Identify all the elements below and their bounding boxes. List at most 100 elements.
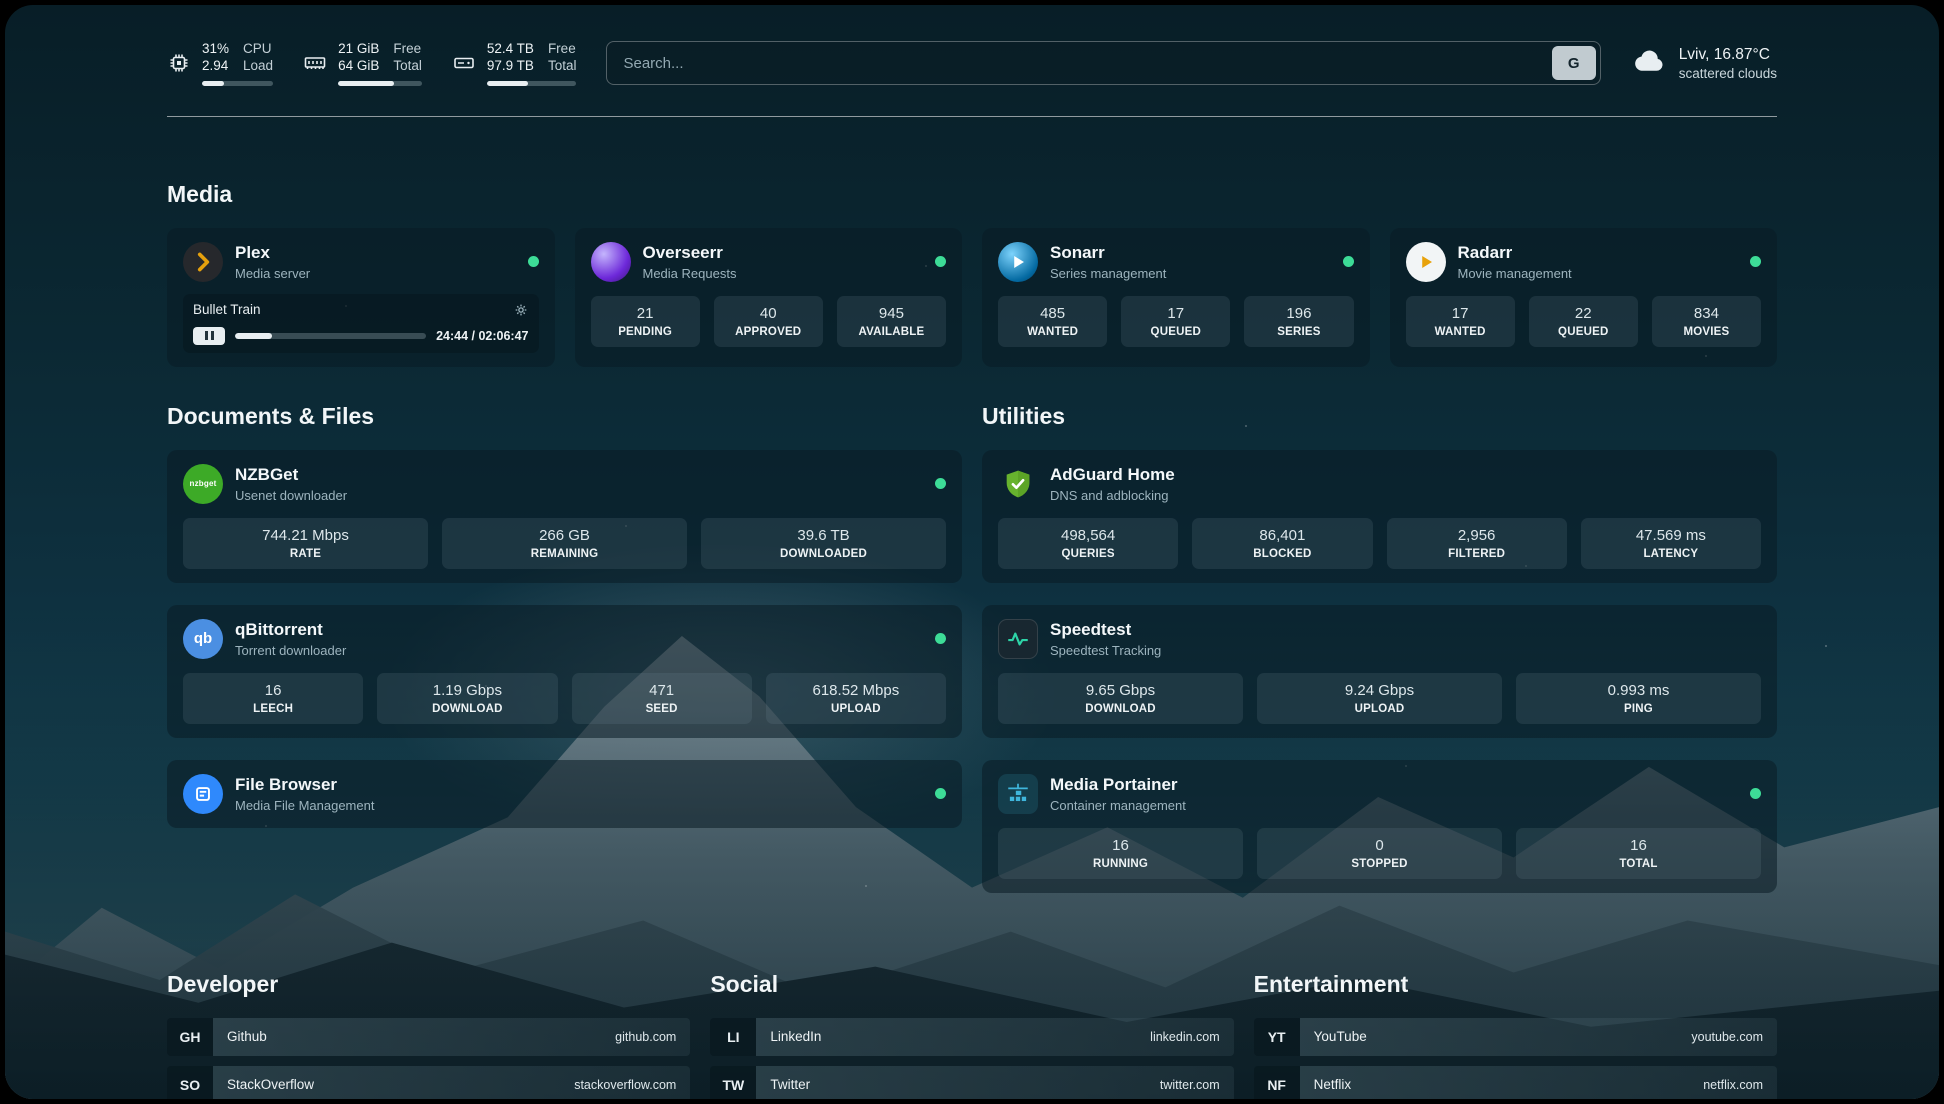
overseerr-stat-available: 945 AVAILABLE — [837, 296, 946, 347]
system-metrics: 31% 2.94 CPU Load — [167, 41, 576, 86]
cpu-load-label: Load — [243, 58, 273, 75]
plex-title: Plex — [235, 243, 310, 263]
bookmark-linkedin[interactable]: LI LinkedIn linkedin.com — [710, 1018, 1233, 1056]
cpu-metric: 31% 2.94 CPU Load — [167, 41, 273, 86]
plex-progress-bar[interactable] — [235, 333, 426, 339]
netflix-abbr-icon: NF — [1254, 1066, 1300, 1099]
pause-button[interactable] — [193, 327, 225, 345]
filebrowser-app-link[interactable]: File Browser Media File Management — [183, 774, 946, 814]
portainer-crane-icon — [998, 774, 1038, 814]
filebrowser-card: File Browser Media File Management — [167, 760, 962, 828]
cpu-usage-bar-fill — [202, 81, 224, 86]
nzbget-stat-downloaded: 39.6 TB DOWNLOADED — [701, 518, 946, 569]
ram-metric: 21 GiB 64 GiB Free Total — [303, 41, 422, 86]
dashboard-screen: 31% 2.94 CPU Load — [5, 5, 1939, 1099]
section-heading-social: Social — [710, 971, 1233, 998]
bookmark-stackoverflow[interactable]: SO StackOverflow stackoverflow.com — [167, 1066, 690, 1099]
disk-total-label: Total — [548, 58, 577, 75]
speedtest-stat-download: 9.65 Gbps DOWNLOAD — [998, 673, 1243, 724]
adguard-app-link[interactable]: AdGuard Home DNS and adblocking — [998, 464, 1761, 504]
disk-free-label: Free — [548, 41, 577, 58]
search-bar: G — [606, 41, 1600, 85]
filebrowser-icon — [183, 774, 223, 814]
qbittorrent-status-dot — [935, 633, 946, 644]
overseerr-stat-pending: 21 PENDING — [591, 296, 700, 347]
ram-icon — [303, 51, 327, 75]
linkedin-abbr-icon: LI — [710, 1018, 756, 1056]
speedtest-stat-upload: 9.24 Gbps UPLOAD — [1257, 673, 1502, 724]
nzbget-subtitle: Usenet downloader — [235, 488, 347, 503]
nzbget-app-link[interactable]: nzbget NZBGet Usenet downloader — [183, 464, 946, 504]
radarr-stats: 17 WANTED 22 QUEUED 834 MOVIES — [1406, 296, 1762, 347]
overseerr-stats: 21 PENDING 40 APPROVED 945 AVAILABLE — [591, 296, 947, 347]
adguard-stats: 498,564 QUERIES 86,401 BLOCKED 2,956 FIL… — [998, 518, 1761, 569]
bookmark-netflix[interactable]: NF Netflix netflix.com — [1254, 1066, 1777, 1099]
speedtest-app-link[interactable]: Speedtest Speedtest Tracking — [998, 619, 1761, 659]
gear-icon[interactable] — [513, 302, 529, 318]
speedtest-pulse-icon — [998, 619, 1038, 659]
speedtest-title: Speedtest — [1050, 620, 1161, 640]
plex-app-link[interactable]: Plex Media server — [183, 242, 539, 282]
nzbget-stat-remaining: 266 GB REMAINING — [442, 518, 687, 569]
speedtest-card: Speedtest Speedtest Tracking 9.65 Gbps D… — [982, 605, 1777, 738]
portainer-stats: 16 RUNNING 0 STOPPED 16 TOTAL — [998, 828, 1761, 879]
sonarr-app-link[interactable]: Sonarr Series management — [998, 242, 1354, 282]
nzbget-icon: nzbget — [183, 464, 223, 504]
overseerr-card: Overseerr Media Requests 21 PENDING 40 A… — [575, 228, 963, 367]
adguard-stat-filtered: 2,956 FILTERED — [1387, 518, 1567, 569]
section-heading-documents: Documents & Files — [167, 403, 962, 430]
qbittorrent-stat-leech: 16 LEECH — [183, 673, 363, 724]
radarr-status-dot — [1750, 256, 1761, 267]
ram-total-value: 64 GiB — [338, 58, 379, 75]
nzbget-status-dot — [935, 478, 946, 489]
bookmark-github[interactable]: GH Github github.com — [167, 1018, 690, 1056]
overseerr-title: Overseerr — [643, 243, 737, 263]
media-card-grid: Plex Media server Bullet Train — [167, 228, 1777, 367]
ram-usage-bar — [338, 81, 422, 86]
stackoverflow-abbr-icon: SO — [167, 1066, 213, 1099]
sonarr-stat-queued: 17 QUEUED — [1121, 296, 1230, 347]
utilities-column: Utilities AdGu — [982, 403, 1777, 893]
radarr-app-link[interactable]: Radarr Movie management — [1406, 242, 1762, 282]
qbittorrent-app-link[interactable]: qb qBittorrent Torrent downloader — [183, 619, 946, 659]
middle-section-grid: Documents & Files nzbget NZBGet Usenet d… — [167, 403, 1777, 893]
adguard-stat-latency: 47.569 ms LATENCY — [1581, 518, 1761, 569]
bookmark-twitter[interactable]: TW Twitter twitter.com — [710, 1066, 1233, 1099]
radarr-icon — [1406, 242, 1446, 282]
radarr-stat-queued: 22 QUEUED — [1529, 296, 1638, 347]
portainer-stat-running: 16 RUNNING — [998, 828, 1243, 879]
cpu-load-value: 2.94 — [202, 58, 229, 75]
bookmark-youtube[interactable]: YT YouTube youtube.com — [1254, 1018, 1777, 1056]
sonarr-stat-wanted: 485 WANTED — [998, 296, 1107, 347]
sonarr-icon — [998, 242, 1038, 282]
plex-now-playing: Bullet Train 24:44 / 0 — [183, 294, 539, 353]
adguard-stat-queries: 498,564 QUERIES — [998, 518, 1178, 569]
adguard-stat-blocked: 86,401 BLOCKED — [1192, 518, 1372, 569]
portainer-card: Media Portainer Container management 16 … — [982, 760, 1777, 893]
overseerr-stat-approved: 40 APPROVED — [714, 296, 823, 347]
speedtest-stat-ping: 0.993 ms PING — [1516, 673, 1761, 724]
adguard-title: AdGuard Home — [1050, 465, 1175, 485]
youtube-abbr-icon: YT — [1254, 1018, 1300, 1056]
portainer-app-link[interactable]: Media Portainer Container management — [998, 774, 1761, 814]
plex-now-playing-title: Bullet Train — [193, 302, 261, 317]
developer-column: Developer GH Github github.com SO StackO… — [167, 971, 690, 1099]
adguard-shield-icon — [998, 464, 1038, 504]
header-divider — [167, 116, 1777, 117]
overseerr-app-link[interactable]: Overseerr Media Requests — [591, 242, 947, 282]
disk-metric: 52.4 TB 97.9 TB Free Total — [452, 41, 577, 86]
disk-total-value: 97.9 TB — [487, 58, 534, 75]
cloud-icon — [1631, 43, 1667, 84]
radarr-stat-wanted: 17 WANTED — [1406, 296, 1515, 347]
search-input[interactable] — [607, 42, 1547, 84]
search-provider-button[interactable]: G — [1552, 46, 1596, 80]
sonarr-card: Sonarr Series management 485 WANTED 17 Q… — [982, 228, 1370, 367]
sonarr-stats: 485 WANTED 17 QUEUED 196 SERIES — [998, 296, 1354, 347]
nzbget-card: nzbget NZBGet Usenet downloader 744.21 M… — [167, 450, 962, 583]
overseerr-icon — [591, 242, 631, 282]
qbittorrent-title: qBittorrent — [235, 620, 346, 640]
adguard-card: AdGuard Home DNS and adblocking 498,564 … — [982, 450, 1777, 583]
twitter-abbr-icon: TW — [710, 1066, 756, 1099]
cpu-icon — [167, 51, 191, 75]
cpu-usage-bar — [202, 81, 273, 86]
